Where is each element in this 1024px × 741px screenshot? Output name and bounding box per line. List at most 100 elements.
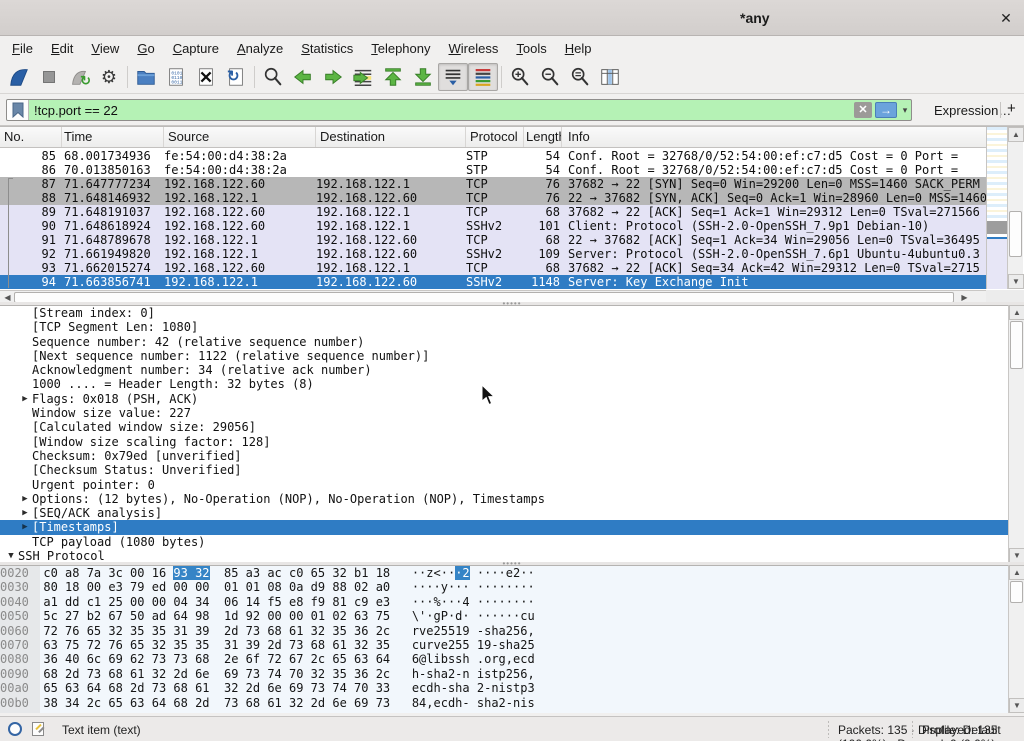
detail-line[interactable]: [Window size scaling factor: 128]	[0, 435, 1008, 449]
zoom-out-icon[interactable]	[535, 63, 565, 91]
expand-arrow-icon[interactable]	[18, 349, 32, 363]
packet-row[interactable]: 9171.648789678192.168.122.1 192.168.122.…	[0, 233, 986, 247]
hex-row[interactable]: 0090 68 2d 73 68 61 32 2d 6e 69 73 74 70…	[0, 667, 1008, 681]
menu-item-analyze[interactable]: Analyze	[229, 38, 291, 59]
display-filter-input[interactable]: !tcp.port == 22 ✕ → ▾	[6, 99, 912, 121]
menu-item-file[interactable]: File	[4, 38, 41, 59]
close-file-icon[interactable]	[191, 63, 221, 91]
packet-row[interactable]: 9271.661949820192.168.122.1 192.168.122.…	[0, 247, 986, 261]
detail-line[interactable]: Sequence number: 42 (relative sequence n…	[0, 335, 1008, 349]
stop-capture-icon[interactable]	[34, 63, 64, 91]
hex-row[interactable]: 0030 80 18 00 e3 79 ed 00 00 01 01 08 0a…	[0, 580, 1008, 594]
scroll-thumb[interactable]	[1010, 321, 1023, 369]
expert-info-icon[interactable]	[8, 722, 22, 736]
packet-row[interactable]: 9371.662015274192.168.122.60 192.168.122…	[0, 261, 986, 275]
find-packet-icon[interactable]	[258, 63, 288, 91]
detail-line[interactable]: [Next sequence number: 1122 (relative se…	[0, 349, 1008, 363]
filter-text[interactable]: !tcp.port == 22	[29, 103, 854, 118]
menu-item-capture[interactable]: Capture	[165, 38, 227, 59]
details-vscrollbar[interactable]: ▲ ▼	[1008, 305, 1024, 563]
hex-row[interactable]: 00a0 65 63 64 68 2d 73 68 61 32 2d 6e 69…	[0, 681, 1008, 695]
open-file-icon[interactable]	[131, 63, 161, 91]
menu-item-telephony[interactable]: Telephony	[363, 38, 438, 59]
expand-arrow-icon[interactable]	[18, 306, 32, 320]
filter-clear-icon[interactable]: ✕	[854, 102, 872, 118]
detail-line[interactable]: 1000 .... = Header Length: 32 bytes (8)	[0, 377, 1008, 391]
restart-capture-icon[interactable]: ↻	[64, 63, 94, 91]
hex-row[interactable]: 0060 72 76 65 32 35 35 31 39 2d 73 68 61…	[0, 624, 1008, 638]
packet-row[interactable]: 8771.647777234192.168.122.60 192.168.122…	[0, 177, 986, 191]
menu-item-tools[interactable]: Tools	[508, 38, 554, 59]
reload-file-icon[interactable]: ↻	[221, 63, 251, 91]
go-next-icon[interactable]	[318, 63, 348, 91]
scroll-up-icon[interactable]: ▲	[1008, 127, 1024, 142]
hex-row[interactable]: 0050 5c 27 b2 67 50 ad 64 98 1d 92 00 00…	[0, 609, 1008, 623]
go-last-icon[interactable]	[408, 63, 438, 91]
packet-row[interactable]: 8670.013850163fe:54:00:d4:38:2a STP54Con…	[0, 163, 986, 177]
packet-row[interactable]: 9071.648618924192.168.122.60 192.168.122…	[0, 219, 986, 233]
expand-arrow-icon[interactable]: ▶	[18, 492, 32, 506]
hex-row[interactable]: 0020 c0 a8 7a 3c 00 16 93 32 85 a3 ac c0…	[0, 566, 1008, 580]
detail-line[interactable]: ▶ Flags: 0x018 (PSH, ACK)	[0, 392, 1008, 406]
go-previous-icon[interactable]	[288, 63, 318, 91]
expand-arrow-icon[interactable]: ▶	[18, 520, 32, 534]
expand-arrow-icon[interactable]	[18, 320, 32, 334]
scroll-down-icon[interactable]: ▼	[1008, 274, 1024, 289]
packet-list-header[interactable]: No. Time Source Destination Protocol Len…	[0, 127, 986, 148]
expand-arrow-icon[interactable]	[18, 377, 32, 391]
go-to-packet-icon[interactable]	[348, 63, 378, 91]
detail-line[interactable]: [Stream index: 0]	[0, 306, 1008, 320]
scroll-thumb[interactable]	[1010, 581, 1023, 603]
detail-line[interactable]: TCP payload (1080 bytes)	[0, 535, 1008, 549]
detail-line[interactable]: Checksum: 0x79ed [unverified]	[0, 449, 1008, 463]
scroll-thumb[interactable]	[1009, 211, 1022, 257]
column-header-info[interactable]: Info	[562, 127, 986, 147]
detail-line[interactable]: ▶ Options: (12 bytes), No-Operation (NOP…	[0, 492, 1008, 506]
resize-columns-icon[interactable]	[595, 63, 625, 91]
scroll-down-icon[interactable]: ▼	[1009, 548, 1024, 563]
filter-dropdown-icon[interactable]: ▾	[899, 105, 911, 116]
capture-comment-icon[interactable]	[32, 722, 44, 736]
status-profile[interactable]: Profile: Default	[922, 723, 1001, 737]
column-header-protocol[interactable]: Protocol	[466, 127, 524, 147]
column-header-no[interactable]: No.	[0, 127, 62, 147]
hex-vscrollbar[interactable]: ▲ ▼	[1008, 565, 1024, 713]
detail-line[interactable]: [Checksum Status: Unverified]	[0, 463, 1008, 477]
hex-row[interactable]: 00b0 38 34 2c 65 63 64 68 2d 73 68 61 32…	[0, 696, 1008, 710]
menu-item-go[interactable]: Go	[129, 38, 162, 59]
detail-line[interactable]: [TCP Segment Len: 1080]	[0, 320, 1008, 334]
hex-row[interactable]: 0040 a1 dd c1 25 00 00 04 34 06 14 f5 e8…	[0, 595, 1008, 609]
column-header-length[interactable]: Length	[524, 127, 562, 147]
detail-line[interactable]: Urgent pointer: 0	[0, 478, 1008, 492]
expand-arrow-icon[interactable]	[18, 335, 32, 349]
expand-arrow-icon[interactable]	[18, 449, 32, 463]
titlebar[interactable]: *any ✕	[0, 0, 1024, 36]
menu-item-edit[interactable]: Edit	[43, 38, 81, 59]
expand-arrow-icon[interactable]	[18, 363, 32, 377]
save-file-icon[interactable]: 010101100011	[161, 63, 191, 91]
filter-apply-icon[interactable]: →	[875, 102, 897, 118]
packet-row[interactable]: 8568.001734936fe:54:00:d4:38:2a STP54Con…	[0, 149, 986, 163]
column-header-source[interactable]: Source	[164, 127, 316, 147]
expand-arrow-icon[interactable]	[18, 435, 32, 449]
detail-line[interactable]: Acknowledgment number: 34 (relative ack …	[0, 363, 1008, 377]
expand-arrow-icon[interactable]	[18, 535, 32, 549]
go-first-icon[interactable]	[378, 63, 408, 91]
menu-item-view[interactable]: View	[83, 38, 127, 59]
expand-arrow-icon[interactable]: ▼	[4, 549, 18, 563]
scroll-up-icon[interactable]: ▲	[1009, 305, 1024, 320]
start-capture-icon[interactable]	[4, 63, 34, 91]
packet-row[interactable]: 9471.663856741192.168.122.1 192.168.122.…	[0, 275, 986, 289]
detail-line[interactable]: Window size value: 227	[0, 406, 1008, 420]
add-filter-button[interactable]: +	[1007, 100, 1016, 117]
colorize-icon[interactable]	[468, 63, 498, 91]
packet-list-vscrollbar[interactable]: ▲ ▼	[1007, 127, 1023, 289]
scroll-up-icon[interactable]: ▲	[1009, 565, 1024, 580]
zoom-in-icon[interactable]	[505, 63, 535, 91]
expand-arrow-icon[interactable]	[18, 406, 32, 420]
expand-arrow-icon[interactable]	[18, 420, 32, 434]
expand-arrow-icon[interactable]	[18, 478, 32, 492]
auto-scroll-icon[interactable]	[438, 63, 468, 91]
column-header-destination[interactable]: Destination	[316, 127, 466, 147]
filter-bookmark-icon[interactable]	[7, 100, 29, 120]
